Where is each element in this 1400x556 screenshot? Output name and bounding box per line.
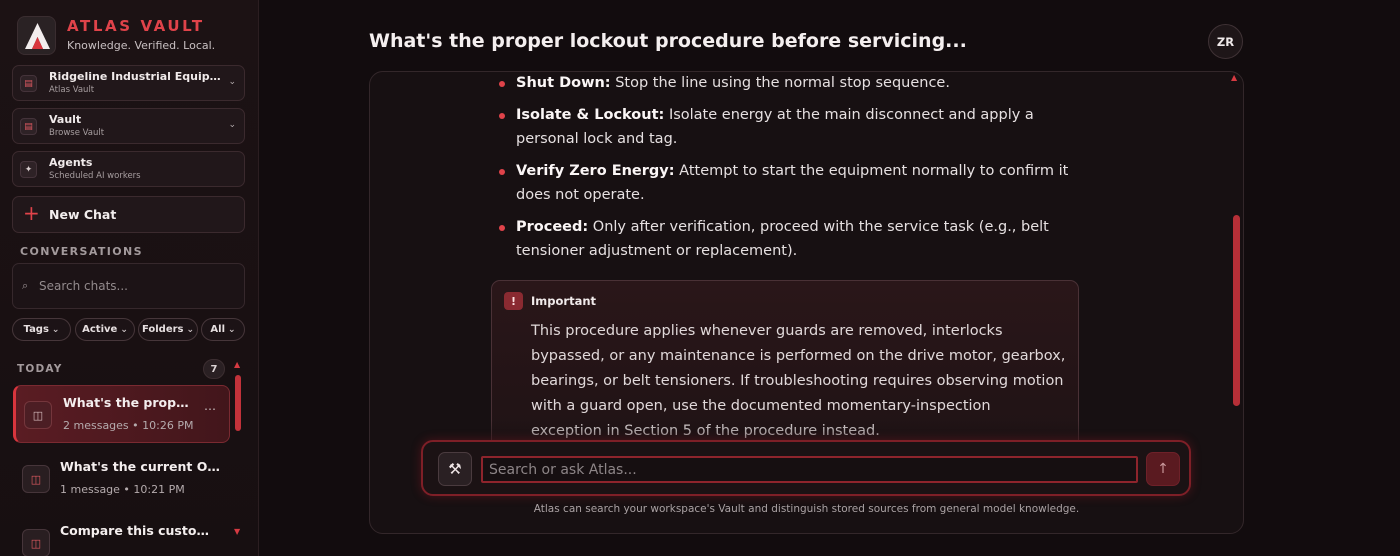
disclaimer-text: Atlas can search your workspace's Vault … (533, 503, 1080, 515)
procedure-step: Verify Zero Energy: Attempt to start the… (497, 159, 1077, 208)
chat-icon: ◫ (24, 401, 52, 429)
page-title: What's the proper lockout procedure befo… (369, 30, 967, 52)
procedure-step: Isolate & Lockout: Isolate energy at the… (497, 103, 1077, 152)
chat-icon: ◫ (22, 465, 50, 493)
chevron-down-icon: ⌄ (120, 324, 128, 335)
transcript-scrollbar[interactable] (1233, 215, 1240, 406)
sidebar-scrollbar[interactable] (235, 375, 241, 431)
step-label: Isolate & Lockout: (516, 106, 665, 123)
procedure-step: Proceed: Only after verification, procee… (497, 215, 1077, 264)
chevron-down-icon: ⌄ (228, 324, 236, 335)
chat-search-field[interactable]: ⌕ Search chats... (12, 263, 245, 309)
vault-label: Vault (49, 113, 82, 126)
vault-selector[interactable]: ▤ Vault Browse Vault ⌄ (12, 108, 245, 144)
sidebar: ATLAS VAULT Knowledge. Verified. Local. … (0, 0, 259, 556)
atlas-logo-icon[interactable] (17, 16, 56, 55)
step-text: Only after verification, proceed with th… (516, 218, 1049, 260)
chat-title: What's the current OSHA requirement... (60, 459, 220, 474)
chevron-down-icon: ⌄ (228, 120, 236, 130)
filter-all-label: All (210, 324, 226, 335)
new-chat-button[interactable]: + New Chat (12, 196, 245, 233)
procedure-steps-list: Shut Down: Stop the line using the norma… (497, 70, 1077, 271)
callout-label: Important (531, 294, 597, 308)
group-label-today: TODAY (17, 363, 63, 375)
chat-list-item-active[interactable]: ◫ What's the proper lockout procedure be… (13, 385, 230, 443)
agents-label: Agents (49, 156, 93, 169)
brand-name: ATLAS VAULT (67, 17, 205, 35)
agents-subtitle: Scheduled AI workers (49, 171, 141, 181)
workspace-name: Ridgeline Industrial Equipme... (49, 70, 221, 83)
vault-subtitle: Browse Vault (49, 128, 105, 138)
filter-folders-label: Folders (141, 324, 184, 335)
filter-tags-label: Tags (23, 324, 49, 335)
arrow-up-icon: ↑ (1157, 461, 1169, 477)
search-icon: ⌕ (22, 279, 29, 292)
scroll-up-icon[interactable]: ▲ (234, 360, 240, 369)
tools-button[interactable]: ⚒ (438, 452, 472, 486)
filter-tags[interactable]: Tags ⌄ (12, 318, 71, 341)
scroll-up-icon[interactable]: ▲ (1231, 73, 1237, 82)
chat-search-placeholder: Search chats... (39, 279, 128, 293)
chat-icon: ◫ (22, 529, 50, 556)
conversation-count-badge: 7 (203, 359, 225, 379)
chevron-down-icon: ⌄ (51, 324, 60, 335)
send-button[interactable]: ↑ (1146, 452, 1180, 486)
filter-folders[interactable]: Folders ⌄ (138, 318, 198, 341)
workspace-selector[interactable]: ▤ Ridgeline Industrial Equipme... Atlas … (12, 65, 245, 101)
user-avatar[interactable]: ZR (1208, 24, 1243, 59)
workspace-subtitle: Atlas Vault (49, 85, 95, 95)
brand-tagline: Knowledge. Verified. Local. (67, 39, 216, 52)
chevron-down-icon: ⌄ (186, 324, 195, 335)
conversations-heading: CONVERSATIONS (20, 245, 143, 258)
chat-list-item[interactable]: ◫ Compare this customer... (13, 514, 230, 556)
plus-icon: + (23, 201, 40, 225)
bullet-icon (499, 81, 505, 87)
procedure-step: Shut Down: Stop the line using the norma… (497, 71, 1077, 96)
chat-meta: 1 message • 10:21 PM (60, 483, 185, 496)
scroll-down-icon[interactable]: ▼ (234, 527, 240, 536)
bullet-icon (499, 224, 505, 231)
chat-title: What's the proper lockout procedure befo… (63, 395, 191, 410)
new-chat-label: New Chat (49, 207, 117, 222)
sparkle-icon: ✦ (20, 161, 37, 178)
filter-active[interactable]: Active ⌄ (75, 318, 135, 341)
bullet-icon (499, 168, 505, 175)
alert-icon: ! (504, 292, 523, 310)
agents-link[interactable]: ✦ Agents Scheduled AI workers (12, 151, 245, 187)
vault-icon: ▤ (20, 118, 37, 135)
bullet-icon (499, 112, 505, 119)
step-label: Shut Down: (516, 75, 611, 91)
filter-all[interactable]: All ⌄ (201, 318, 245, 341)
step-label: Verify Zero Energy: (516, 162, 675, 179)
more-options-icon[interactable]: ⋯ (204, 402, 216, 416)
brand: ATLAS VAULT Knowledge. Verified. Local. (17, 16, 247, 56)
building-icon: ▤ (20, 75, 37, 92)
hammer-pick-icon: ⚒ (448, 460, 462, 478)
chevron-down-icon: ⌄ (228, 77, 236, 87)
chat-list-item[interactable]: ◫ What's the current OSHA requirement...… (13, 450, 230, 508)
filter-active-label: Active (82, 324, 118, 335)
step-label: Proceed: (516, 218, 589, 235)
step-text: Stop the line using the normal stop sequ… (615, 75, 950, 91)
chat-input[interactable] (481, 456, 1138, 483)
chat-title: Compare this customer... (60, 523, 220, 538)
chat-meta: 2 messages • 10:26 PM (63, 419, 194, 432)
